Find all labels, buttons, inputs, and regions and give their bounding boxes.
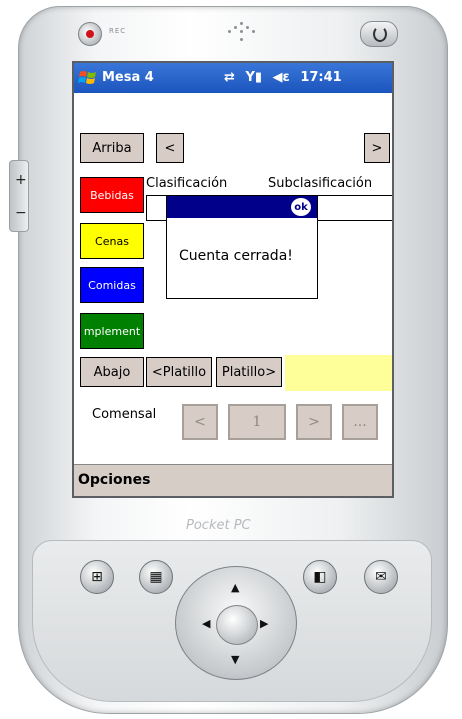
arrow-left-icon[interactable]: ◀ [202,617,210,630]
arrow-up-icon[interactable]: ▲ [231,581,239,594]
pocket-pc-logo: Pocket PC [186,518,251,533]
arrow-right-icon[interactable]: ▶ [260,617,268,630]
title-bar: Mesa 4 ⇄ Y▮ ◀ε 17:41 [74,63,392,93]
windows-start-icon[interactable] [78,69,98,87]
category-bebidas[interactable]: Bebidas [80,177,144,213]
start-hardware-button[interactable]: ⊞ [80,560,114,594]
category-cenas[interactable]: Cenas [80,223,144,259]
comensal-label: Comensal [92,407,157,422]
contacts-hardware-button[interactable]: ◧ [303,560,337,594]
status-area: ⇄ Y▮ ◀ε 17:41 [224,70,348,85]
inbox-hardware-button[interactable]: ✉ [364,560,398,594]
opciones-menu[interactable]: Opciones [78,472,150,488]
platillo-display [285,355,392,391]
calendar-hardware-button[interactable]: ▦ [139,560,173,594]
comensal-more-button[interactable]: ... [342,404,378,440]
volume-down-icon: − [15,205,27,221]
volume-rocker[interactable] [9,160,29,232]
comensal-prev-button[interactable]: < [182,404,218,440]
rec-label: REC [109,27,127,35]
calendar-icon: ▦ [149,569,163,585]
dialog-title-bar: ok [167,196,317,218]
contacts-icon: ◧ [313,569,327,585]
volume-up-icon: + [15,172,27,188]
signal-icon[interactable]: Y▮ [245,70,262,85]
message-dialog: ok Cuenta cerrada! [166,195,318,299]
record-dot-icon [86,30,94,38]
envelope-icon: ✉ [375,569,387,585]
device-screen: Mesa 4 ⇄ Y▮ ◀ε 17:41 Arriba < > Bebidas … [72,61,394,498]
sync-arrows-icon[interactable]: ⇄ [224,70,235,85]
comensal-value[interactable]: 1 [228,404,286,440]
windows-logo-icon: ⊞ [91,569,103,585]
window-title: Mesa 4 [102,70,154,85]
category-comidas[interactable]: Comidas [80,267,144,303]
comensal-next-button[interactable]: > [296,404,332,440]
subclasificacion-label: Subclasificación [268,176,373,191]
clasificacion-label: Clasificación [146,176,228,191]
record-button[interactable] [78,22,102,46]
dpad-center-button[interactable] [216,605,258,645]
next-platillo-button[interactable]: Platillo> [216,357,282,387]
clock[interactable]: 17:41 [300,70,341,85]
speaker-icon[interactable]: ◀ε [273,70,290,85]
power-icon [373,26,387,42]
prev-platillo-button[interactable]: <Platillo [146,357,212,387]
dialog-ok-button[interactable]: ok [291,198,311,216]
power-button[interactable] [360,21,398,47]
arrow-down-icon[interactable]: ▼ [231,653,239,666]
abajo-button[interactable]: Abajo [80,357,144,387]
category-complementos[interactable]: mplement [80,313,144,349]
prev-page-button[interactable]: < [156,133,184,163]
menu-bar: Opciones [74,464,392,496]
next-page-button[interactable]: > [364,133,390,163]
arriba-button[interactable]: Arriba [80,133,144,163]
directional-pad[interactable]: ▲ ▼ ◀ ▶ [175,566,297,680]
dialog-message: Cuenta cerrada! [179,248,293,264]
